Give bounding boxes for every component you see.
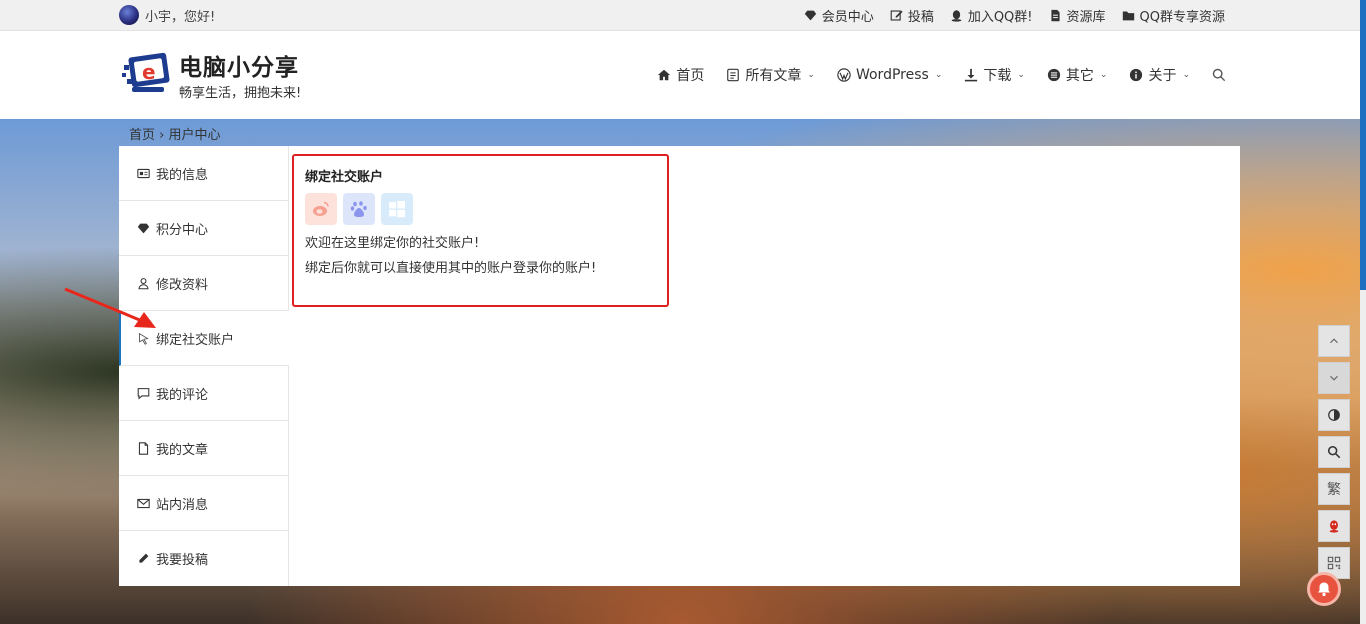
- chevron-down-icon: ⌄: [934, 70, 943, 80]
- sidebar-item-my-info[interactable]: 我的信息: [119, 146, 289, 201]
- notification-bell-button[interactable]: [1307, 572, 1341, 606]
- sidebar-item-messages[interactable]: 站内消息: [119, 476, 289, 531]
- bind-social-panel: 绑定社交账户 欢迎在这里绑定你的社交账户! 绑定后你就可以直接使用其中的账户登录…: [292, 154, 669, 307]
- nav-item-about[interactable]: 关于 ⌄: [1129, 65, 1190, 85]
- nav-item-wordpress[interactable]: WordPress ⌄: [837, 67, 942, 83]
- windows-bind-button[interactable]: [381, 193, 413, 225]
- site-name[interactable]: 电脑小分享: [179, 48, 299, 82]
- folder-icon: [1122, 11, 1134, 21]
- resource-library-link[interactable]: 资源库: [1049, 6, 1106, 25]
- chevron-down-icon: ⌄: [807, 70, 815, 80]
- join-qq-link[interactable]: 加入QQ群!: [950, 6, 1033, 25]
- scroll-bottom-button[interactable]: [1318, 362, 1350, 394]
- circle-list-icon: [1047, 68, 1061, 82]
- panel-description: 欢迎在这里绑定你的社交账户! 绑定后你就可以直接使用其中的账户登录你的账户!: [305, 231, 656, 281]
- qq-contact-button[interactable]: [1318, 510, 1350, 542]
- social-buttons: [305, 193, 656, 225]
- bell-icon: [1318, 582, 1330, 597]
- chevron-up-icon: [1330, 338, 1338, 344]
- contribute-link[interactable]: 投稿: [890, 6, 934, 25]
- nav-item-articles[interactable]: 所有文章 ⌄: [726, 65, 815, 85]
- main-nav: 首页 所有文章 ⌄ WordPress ⌄ 下载 ⌄ 其它 ⌄ 关于 ⌄: [657, 65, 1226, 85]
- greeting-text: 小宇，您好!: [145, 9, 216, 25]
- chevron-down-icon: ⌄: [1182, 70, 1190, 80]
- page-scrollbar[interactable]: [1360, 0, 1366, 624]
- contrast-icon: [1328, 409, 1340, 421]
- weibo-icon: [313, 201, 329, 216]
- svg-text:e: e: [142, 60, 156, 84]
- chevron-down-icon: ⌄: [1099, 70, 1108, 80]
- id-card-icon: [137, 168, 150, 178]
- scrollbar-thumb[interactable]: [1360, 0, 1366, 290]
- search-tool-button[interactable]: [1318, 436, 1350, 468]
- breadcrumb[interactable]: 首页 › 用户中心: [129, 124, 220, 143]
- search-icon[interactable]: [1212, 68, 1226, 82]
- qq-exclusive-link[interactable]: QQ群专享资源: [1122, 6, 1225, 25]
- edit-icon: [890, 10, 903, 21]
- pencil-icon: [139, 553, 149, 563]
- chevron-down-icon: [1330, 375, 1338, 381]
- document-icon: [138, 441, 149, 455]
- user-center-sidebar: 我的信息 积分中心 修改资料 绑定社交账户 我的评论 我的文章 站内消息 我要投…: [119, 146, 289, 586]
- user-center-card: 我的信息 积分中心 修改资料 绑定社交账户 我的评论 我的文章 站内消息 我要投…: [119, 146, 1240, 586]
- site-logo[interactable]: e: [122, 51, 170, 95]
- list-icon: [727, 68, 740, 82]
- theme-toggle-button[interactable]: [1318, 399, 1350, 431]
- site-slogan: 畅享生活，拥抱未来!: [179, 86, 302, 101]
- qq-icon: [1329, 520, 1339, 533]
- panel-title: 绑定社交账户: [305, 170, 384, 185]
- diamond-icon: [804, 10, 816, 21]
- sidebar-item-my-comments[interactable]: 我的评论: [119, 366, 289, 421]
- user-greeting[interactable]: 小宇，您好!: [119, 5, 215, 25]
- avatar[interactable]: [119, 5, 139, 25]
- file-icon: [1050, 9, 1060, 22]
- sidebar-item-contribute[interactable]: 我要投稿: [119, 531, 289, 586]
- annotation-arrow-icon: [64, 287, 156, 328]
- member-center-link[interactable]: 会员中心: [804, 6, 874, 25]
- site-header: e 电脑小分享 畅享生活，拥抱未来! 首页 所有文章 ⌄ WordPress ⌄…: [0, 31, 1366, 119]
- mail-icon: [137, 498, 150, 508]
- baidu-icon: [350, 201, 367, 217]
- nav-item-other[interactable]: 其它 ⌄: [1047, 65, 1108, 85]
- comment-icon: [137, 387, 150, 400]
- chevron-down-icon: ⌄: [1017, 70, 1025, 80]
- diamond-icon: [137, 223, 150, 233]
- search-icon: [1327, 445, 1341, 459]
- home-icon: [658, 69, 671, 81]
- weibo-bind-button[interactable]: [305, 193, 337, 225]
- download-icon: [965, 68, 978, 82]
- qq-icon: [951, 10, 962, 22]
- baidu-bind-button[interactable]: [343, 193, 375, 225]
- nav-item-download[interactable]: 下载 ⌄: [964, 65, 1025, 85]
- wordpress-icon: [837, 68, 851, 82]
- windows-icon: [389, 201, 405, 218]
- sidebar-item-points[interactable]: 积分中心: [119, 201, 289, 256]
- nav-item-home[interactable]: 首页: [657, 65, 704, 85]
- panel-line-2: 绑定后你就可以直接使用其中的账户登录你的账户!: [305, 261, 597, 276]
- panel-line-1: 欢迎在这里绑定你的社交账户!: [305, 236, 480, 251]
- top-links: 会员中心 投稿 加入QQ群! 资源库 QQ群专享资源: [804, 6, 1225, 25]
- sidebar-item-my-articles[interactable]: 我的文章: [119, 421, 289, 476]
- qr-code-icon: [1327, 556, 1341, 570]
- floating-toolbar: 繁: [1318, 325, 1350, 584]
- scroll-top-button[interactable]: [1318, 325, 1350, 357]
- traditional-chinese-button[interactable]: 繁: [1318, 473, 1350, 505]
- top-bar: 小宇，您好! 会员中心 投稿 加入QQ群! 资源库 QQ群专享资源: [0, 0, 1366, 31]
- info-icon: [1130, 68, 1143, 82]
